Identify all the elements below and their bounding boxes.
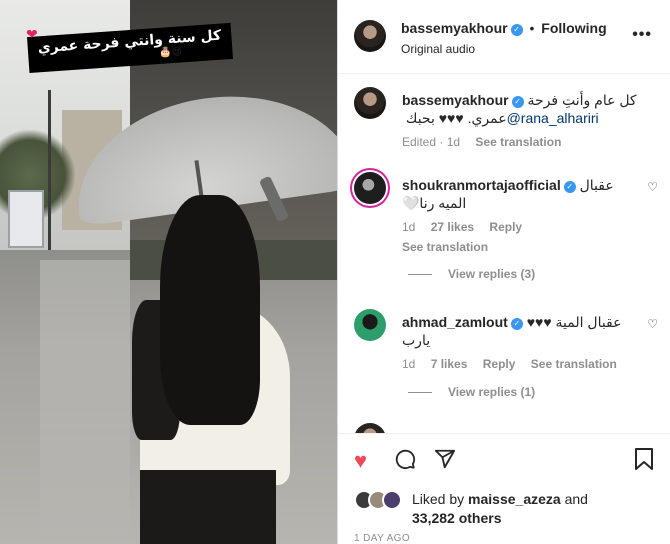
verified-badge-icon: ✓ (510, 318, 523, 330)
post-panel: bassemyakhour ✓ • Following Original audi… (338, 0, 670, 544)
emoji-sticker: 🎂😍 (159, 47, 182, 58)
pavement-reflection (40, 260, 130, 544)
likes-count-link[interactable]: 33,282 others (412, 510, 502, 526)
comment-meta: 1d 7 likes Reply See translation (402, 355, 642, 373)
see-translation-button[interactable]: See translation (402, 238, 642, 256)
replies-divider (408, 392, 432, 394)
comment-meta: 1d 27 likes Reply (402, 218, 642, 236)
caption-username[interactable]: bassemyakhour (402, 92, 509, 108)
liked-by-and: and (564, 491, 588, 507)
commenter-username[interactable]: shoukranmortajaofficial (402, 177, 561, 193)
comments-section[interactable]: bassemyakhour ✓ كل عام وأنتِ فرحة عمري. ♥… (338, 75, 670, 433)
more-options-icon[interactable]: ••• (632, 26, 652, 44)
comment-likes[interactable]: 7 likes (431, 357, 468, 371)
commenter-avatar[interactable] (354, 309, 386, 341)
view-replies-label: View replies (3) (448, 267, 536, 281)
comment-likes[interactable]: 27 likes (431, 220, 474, 234)
caption-body: bassemyakhour ✓ كل عام وأنتِ فرحة عمري. ♥… (402, 91, 642, 151)
comment-bubble-icon[interactable] (394, 448, 416, 476)
caption-mention[interactable]: @rana_alhariri (507, 110, 599, 126)
post-media[interactable]: كل سنة وانتي فرحة عمري ❤ 🎂😍 (0, 0, 338, 544)
reply-button[interactable]: Reply (489, 220, 522, 234)
view-replies-button[interactable]: View replies (3) (408, 267, 535, 281)
liked-by-prefix: Liked by (412, 491, 465, 507)
comment-body: shoukranmortajaofficial ✓ عقبال الميه رنا… (402, 176, 642, 256)
commenter-avatar[interactable] (354, 423, 386, 433)
caption-author-avatar[interactable] (354, 87, 386, 119)
comment-text-line: ahmad_zamlout ✓ عقبال المية ♥♥♥ يارب (402, 313, 642, 349)
like-heart-icon[interactable]: ♥ (354, 448, 367, 474)
caption-text-line: bassemyakhour ✓ كل عام وأنتِ فرحة عمري. ♥… (402, 91, 642, 127)
comment-like-heart-icon[interactable]: ♡ (647, 317, 658, 331)
see-translation-button[interactable]: See translation (531, 357, 617, 371)
post-timestamp[interactable]: 1 DAY AGO (354, 533, 410, 544)
following-button[interactable]: Following (541, 20, 606, 36)
see-translation-button[interactable]: See translation (475, 135, 561, 149)
comment-text-line: shoukranmortajaofficial ✓ عقبال الميه رنا… (402, 176, 642, 212)
caption-edited-time: Edited · 1d (402, 135, 461, 149)
view-replies-label: View replies (1) (448, 385, 536, 399)
verified-badge-icon: ✓ (511, 96, 524, 108)
verified-badge-icon: ✓ (563, 181, 576, 193)
post-actions: ♥ Liked by maisse_azeza and 33,282 other… (338, 433, 670, 544)
view-replies-button[interactable]: View replies (1) (408, 385, 535, 399)
comment-like-heart-icon[interactable]: ♡ (647, 180, 658, 194)
author-avatar[interactable] (354, 20, 386, 52)
skirt (140, 470, 276, 544)
verified-badge-icon: ✓ (510, 24, 523, 36)
bookmark-icon[interactable] (634, 448, 654, 476)
separator-dot: • (529, 20, 535, 36)
liked-by-username[interactable]: maisse_azeza (468, 491, 561, 507)
billboard (8, 190, 44, 248)
comment-body: ahmad_zamlout ✓ عقبال المية ♥♥♥ يارب 1d 7… (402, 313, 642, 373)
commenter-avatar[interactable] (354, 172, 386, 204)
comment-time: 1d (402, 357, 416, 371)
original-audio-link[interactable]: Original audio (401, 42, 475, 56)
street-lamp (48, 90, 51, 260)
reply-button[interactable]: Reply (483, 357, 516, 371)
share-paper-plane-icon[interactable] (434, 448, 456, 476)
commenter-username[interactable]: ahmad_zamlout (402, 314, 508, 330)
liker-avatar (382, 490, 402, 510)
replies-divider (408, 274, 432, 276)
liked-by-text: Liked by maisse_azeza and 33,282 others (412, 490, 652, 528)
caption-meta: Edited · 1d See translation (402, 133, 642, 151)
author-username[interactable]: bassemyakhour (401, 20, 508, 36)
heart-sticker-icon: ❤ (26, 26, 38, 42)
comment-time: 1d (402, 220, 416, 234)
post-header: bassemyakhour ✓ • Following Original audi… (338, 0, 670, 74)
header-user-line: bassemyakhour ✓ • Following (401, 20, 607, 36)
hair (160, 195, 260, 425)
